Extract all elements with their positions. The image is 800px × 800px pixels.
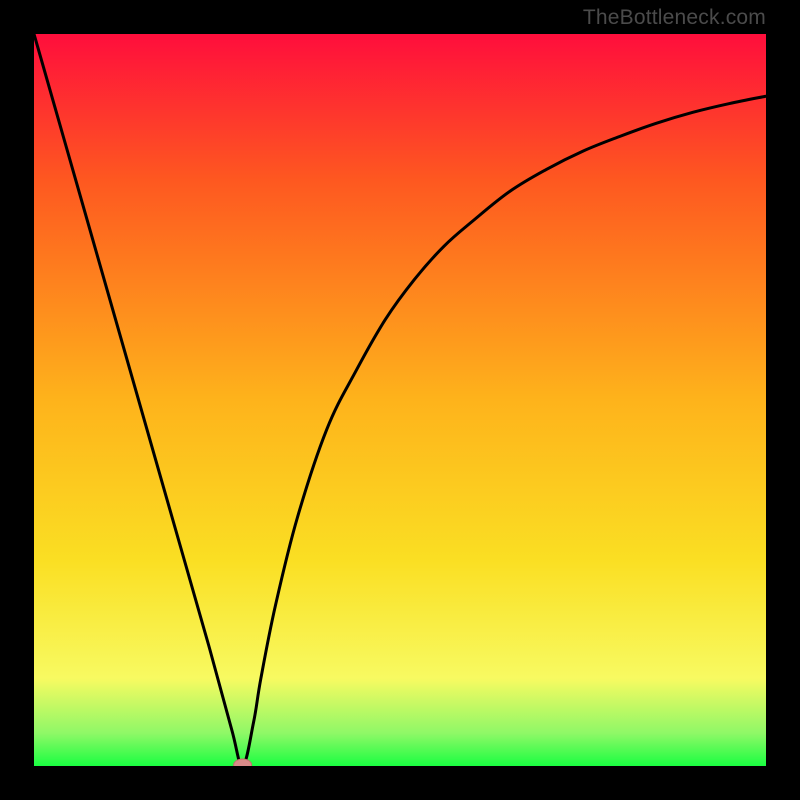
plot-area — [34, 34, 766, 766]
chart-svg — [34, 34, 766, 766]
chart-frame: TheBottleneck.com — [0, 0, 800, 800]
gradient-background — [34, 34, 766, 766]
watermark-text: TheBottleneck.com — [583, 6, 766, 30]
